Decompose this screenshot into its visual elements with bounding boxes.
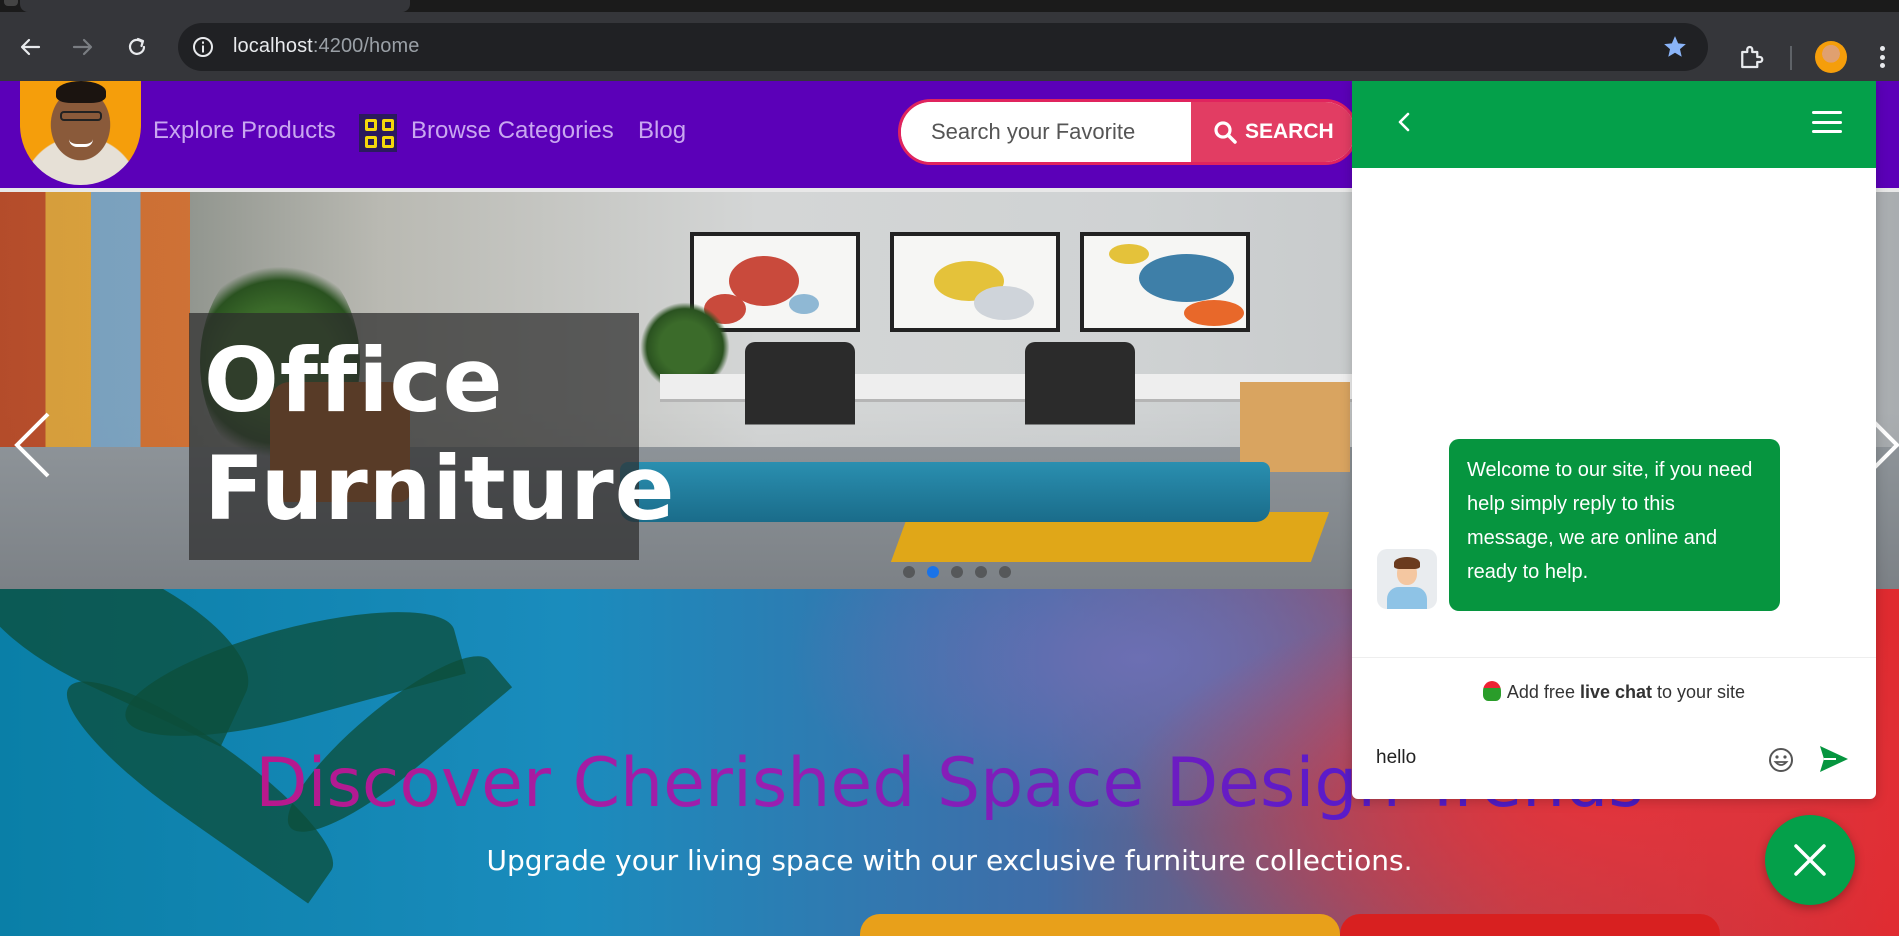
carousel-dot[interactable] [951, 566, 963, 578]
carousel-dot[interactable] [999, 566, 1011, 578]
url-text[interactable]: localhost:4200/home [233, 35, 419, 58]
forward-button[interactable] [66, 30, 100, 64]
search-bar: SEARCH [898, 99, 1358, 165]
hero-title: Office Furniture [204, 327, 675, 543]
extensions-icon[interactable] [1736, 42, 1766, 72]
back-button[interactable] [13, 30, 47, 64]
chat-header [1352, 81, 1876, 168]
carousel-dot[interactable] [927, 566, 939, 578]
chat-branding-link[interactable]: Add free live chat to your site [1352, 681, 1876, 703]
parrot-logo-icon [1482, 681, 1501, 701]
chat-menu-icon[interactable] [1812, 111, 1842, 133]
tab-strip [0, 0, 1899, 12]
toolbar-divider [1790, 46, 1792, 70]
live-chat-window: Welcome to our site, if you need help si… [1352, 81, 1876, 799]
reload-icon [128, 37, 146, 55]
chat-back-icon[interactable] [1390, 108, 1418, 136]
categories-grid-icon[interactable] [359, 114, 397, 152]
search-button-label: SEARCH [1245, 120, 1334, 143]
hero-title-line1: Office [204, 329, 504, 432]
carousel-dot[interactable] [903, 566, 915, 578]
back-icon [20, 38, 41, 56]
chat-divider [1352, 657, 1876, 658]
nav-explore-products[interactable]: Explore Products [153, 117, 336, 145]
hero-cabinet [1240, 382, 1350, 472]
hero-title-line2: Furniture [204, 437, 676, 540]
menu-kebab-icon[interactable] [1872, 42, 1892, 72]
promo-subheading: Upgrade your living space with our exclu… [486, 844, 1413, 877]
carousel-dot[interactable] [975, 566, 987, 578]
chat-branding-prefix: Add free [1506, 682, 1575, 702]
nav-blog[interactable]: Blog [638, 117, 686, 145]
url-host: localhost [233, 35, 313, 57]
web-page: Explore Products Browse Categories Blog … [0, 81, 1899, 936]
hero-bench [620, 462, 1270, 522]
site-info-icon[interactable] [191, 35, 215, 59]
chat-message-input[interactable] [1376, 738, 1746, 778]
emoji-icon[interactable] [1767, 746, 1795, 774]
chat-agent-avatar [1377, 549, 1437, 609]
search-input[interactable] [901, 102, 1191, 162]
bookmark-star-icon[interactable] [1662, 34, 1688, 60]
carousel-indicators [903, 566, 1011, 578]
user-avatar[interactable] [20, 81, 141, 185]
forward-icon [72, 38, 93, 56]
search-button[interactable]: SEARCH [1191, 102, 1355, 162]
browser-toolbar: localhost:4200/home [0, 12, 1899, 81]
hero-art-frame [1080, 232, 1250, 332]
search-icon [1214, 121, 1237, 144]
tab-edge [4, 0, 18, 6]
hero-art-frame [890, 232, 1060, 332]
chat-branding-suffix: to your site [1657, 682, 1746, 702]
profile-avatar[interactable] [1815, 41, 1847, 73]
chat-toggle-button[interactable] [1765, 815, 1855, 905]
send-icon[interactable] [1818, 744, 1850, 774]
active-tab[interactable] [20, 0, 410, 12]
chat-welcome-message: Welcome to our site, if you need help si… [1449, 439, 1780, 611]
url-path: :4200/home [312, 35, 420, 57]
address-bar[interactable]: localhost:4200/home [178, 23, 1708, 71]
promo-red-sofa [1340, 914, 1720, 936]
close-icon [1794, 844, 1826, 876]
nav-browse-categories[interactable]: Browse Categories [411, 117, 614, 145]
promo-yellow-sofa [860, 914, 1340, 936]
carousel-prev-icon[interactable] [12, 410, 52, 480]
reload-button[interactable] [120, 30, 154, 64]
chat-branding-bold: live chat [1579, 682, 1653, 702]
